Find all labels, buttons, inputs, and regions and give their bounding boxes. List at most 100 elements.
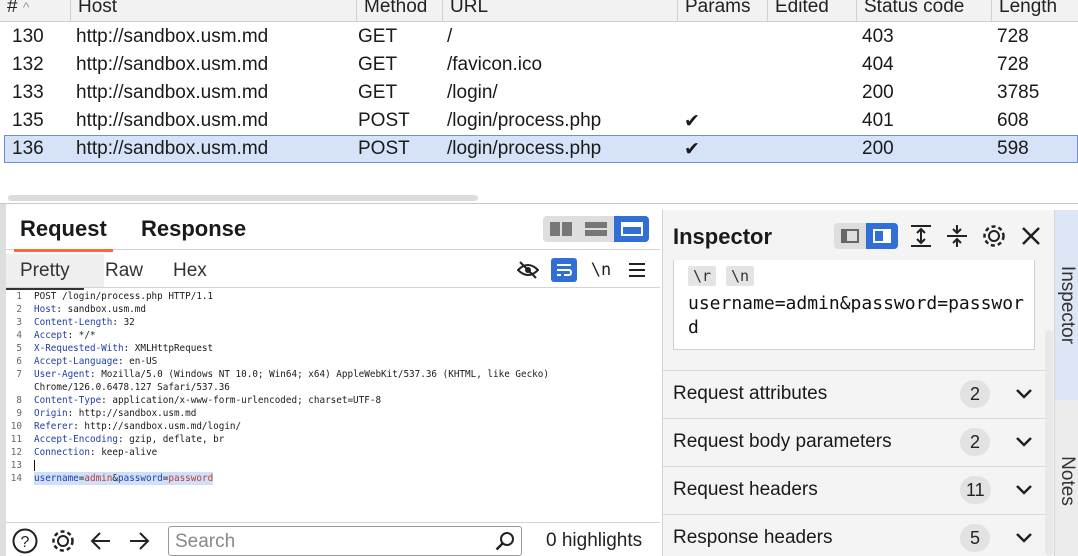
column-header-params[interactable]: Params <box>677 0 767 22</box>
selected-text-box[interactable]: \r \n username=admin&password=password <box>673 260 1035 350</box>
header-name: Referer <box>34 421 74 432</box>
line-text: Origin: http://sandbox.usm.md <box>34 407 196 420</box>
line-number: 8 <box>16 395 22 406</box>
header-value: gzip, deflate, br <box>123 434 225 445</box>
header-value: Mozilla/5.0 (Windows NT 10.0; Win64; x64… <box>95 369 549 380</box>
hide-eye-icon[interactable] <box>515 258 541 282</box>
cell-url: /login/process.php <box>447 110 602 131</box>
close-icon[interactable] <box>1017 222 1045 250</box>
tab-request[interactable]: Request <box>14 216 113 252</box>
previous-arrow-icon[interactable] <box>86 527 116 555</box>
tabbed-layout-icon[interactable] <box>614 216 649 242</box>
checkmark-icon: ✔ <box>684 111 700 132</box>
header-name: Accept <box>34 330 68 341</box>
horizontal-scrollbar[interactable] <box>8 195 478 201</box>
cell-host: http://sandbox.usm.md <box>76 54 269 75</box>
cell-method: POST <box>358 138 410 159</box>
section-request-attributes[interactable]: Request attributes 2 <box>663 370 1045 417</box>
table-row[interactable]: 132 http://sandbox.usm.md GET /favicon.i… <box>4 51 1078 79</box>
section-label: Request body parameters <box>673 431 892 452</box>
layout-toggle-group <box>543 216 649 242</box>
chevron-down-icon[interactable] <box>1013 527 1035 549</box>
line-number: 13 <box>10 460 22 471</box>
cell-host: http://sandbox.usm.md <box>76 82 269 103</box>
header-name: Origin <box>34 408 68 419</box>
cell-host: http://sandbox.usm.md <box>76 110 269 131</box>
editor-line: 1 POST /login/process.php HTTP/1.1 <box>6 290 660 303</box>
split-vertical-layout-icon[interactable] <box>543 216 578 242</box>
cell-status: 404 <box>862 54 894 75</box>
cell-method: GET <box>358 26 398 47</box>
section-label: Response headers <box>673 527 833 548</box>
split-horizontal-layout-icon[interactable] <box>578 216 613 242</box>
line-number: 7 <box>16 369 22 380</box>
section-request-body-parameters[interactable]: Request body parameters 2 <box>663 418 1045 465</box>
table-row[interactable]: 135 http://sandbox.usm.md POST /login/pr… <box>4 107 1078 135</box>
side-tab-inspector[interactable]: Inspector <box>1055 210 1078 400</box>
expand-all-icon[interactable] <box>907 222 935 250</box>
chevron-down-icon[interactable] <box>1013 479 1035 501</box>
editor-line: Chrome/126.0.6478.127 Safari/537.36 <box>6 381 660 394</box>
tab-response[interactable]: Response <box>141 216 246 242</box>
tab-pretty[interactable]: Pretty <box>6 260 84 290</box>
editor-line: 11 Accept-Encoding: gzip, deflate, br <box>6 433 660 446</box>
header-value: en-US <box>123 356 158 367</box>
cell-url: /favicon.ico <box>447 54 543 75</box>
section-count-badge: 11 <box>960 476 991 504</box>
header-name: Connection <box>34 447 90 458</box>
param-name: username <box>34 473 79 484</box>
line-number: 5 <box>16 343 22 354</box>
table-row[interactable]: 130 http://sandbox.usm.md GET / 403 728 <box>4 23 1078 51</box>
word-wrap-icon[interactable] <box>551 258 577 282</box>
help-icon[interactable]: ? <box>10 527 40 555</box>
column-header-status-code[interactable]: Status code <box>856 0 991 22</box>
editor-line: 10 Referer: http://sandbox.usm.md/login/ <box>6 420 660 433</box>
table-row[interactable]: 133 http://sandbox.usm.md GET /login/ 20… <box>4 79 1078 107</box>
layout-sidebar-right-icon[interactable] <box>866 223 898 249</box>
column-header-host[interactable]: Host <box>70 0 356 22</box>
section-request-headers[interactable]: Request headers 11 <box>663 466 1045 513</box>
show-newlines-toggle[interactable]: \n <box>588 258 614 282</box>
line-number: 3 <box>16 317 22 328</box>
section-response-headers[interactable]: Response headers 5 <box>663 514 1045 556</box>
column-header-length[interactable]: Length <box>991 0 1078 22</box>
settings-gear-icon[interactable] <box>48 527 78 555</box>
cell-status: 200 <box>862 138 894 159</box>
chevron-down-icon[interactable] <box>1013 431 1035 453</box>
column-header-url[interactable]: URL <box>442 0 677 22</box>
table-row-selected[interactable]: 136 http://sandbox.usm.md POST /login/pr… <box>4 135 1078 163</box>
column-header-number[interactable]: # ^ <box>0 0 70 22</box>
cell-id: 130 <box>12 26 44 47</box>
side-tab-notes[interactable]: Notes <box>1055 406 1078 556</box>
layout-sidebar-left-icon[interactable] <box>834 223 866 249</box>
line-text: Accept-Language: en-US <box>34 355 157 368</box>
search-input[interactable] <box>175 531 485 553</box>
tab-raw[interactable]: Raw <box>105 260 143 282</box>
menu-icon[interactable] <box>624 258 650 282</box>
cell-url: /login/ <box>447 82 498 103</box>
editor-line: 13 <box>6 459 660 472</box>
request-text-editor[interactable]: 1 POST /login/process.php HTTP/1.1 2 Host: … <box>6 290 660 518</box>
line-text: Connection: keep-alive <box>34 446 157 459</box>
selected-text-value: username=admin&password=password <box>688 293 1024 338</box>
cell-method: POST <box>358 110 410 131</box>
header-value: http://sandbox.usm.md/login/ <box>78 421 242 432</box>
escape-lf-chip[interactable]: \n <box>726 266 755 286</box>
column-header-edited[interactable]: Edited <box>767 0 856 22</box>
section-count-badge: 2 <box>960 380 990 408</box>
collapse-all-icon[interactable] <box>943 222 971 250</box>
side-tab-strip: Inspector Notes <box>1054 210 1078 556</box>
inspector-scrollbar[interactable] <box>1045 330 1053 556</box>
next-arrow-icon[interactable] <box>124 527 154 555</box>
escape-cr-chip[interactable]: \r <box>688 266 717 286</box>
column-header-method[interactable]: Method <box>356 0 442 22</box>
chevron-down-icon[interactable] <box>1013 383 1035 405</box>
editor-line: 6 Accept-Language: en-US <box>6 355 660 368</box>
line-text: POST /login/process.php HTTP/1.1 <box>34 291 214 302</box>
line-text: X-Requested-With: XMLHttpRequest <box>34 342 213 355</box>
cell-id: 132 <box>12 54 44 75</box>
request-body-text: username=admin&password=password <box>34 472 214 485</box>
tab-hex[interactable]: Hex <box>173 260 207 282</box>
search-field[interactable] <box>168 526 522 556</box>
inspector-settings-gear-icon[interactable] <box>980 222 1008 250</box>
